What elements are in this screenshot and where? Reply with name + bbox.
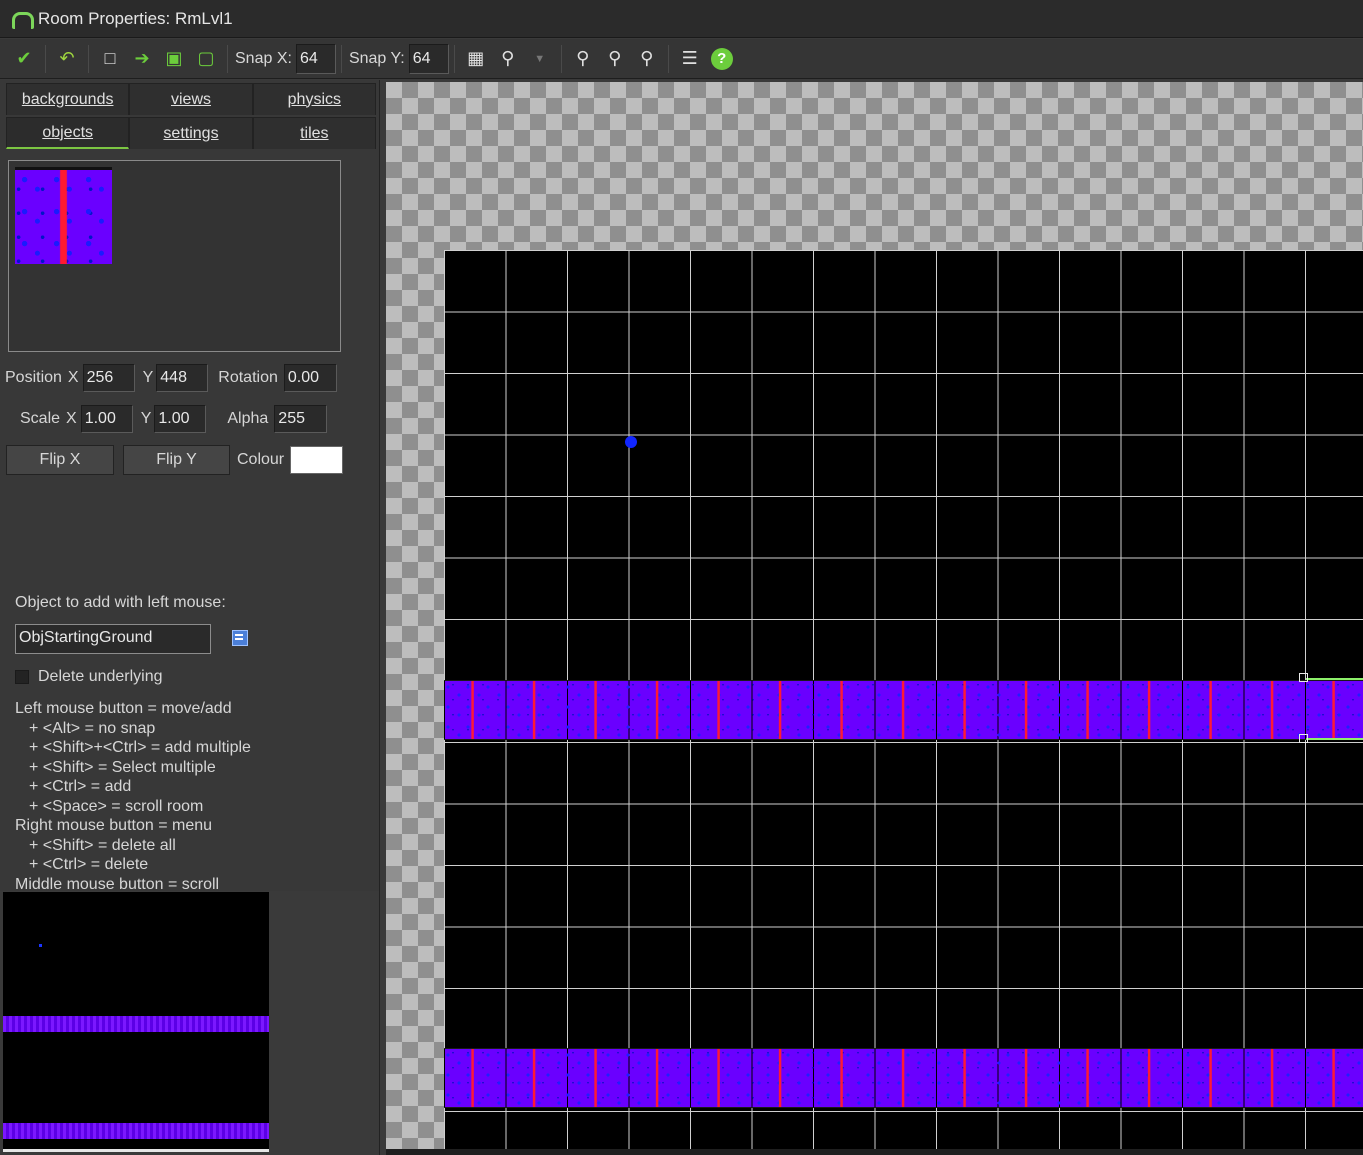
selection-handle[interactable] [1299, 673, 1308, 682]
flip-x-button[interactable]: Flip X [6, 445, 114, 475]
dropdown-arrow-icon[interactable]: ▼ [524, 43, 556, 75]
scale-row: Scale X 1.00 Y 1.00 Alpha 255 [20, 405, 328, 433]
help-line: + <Shift> = Select multiple [29, 758, 216, 776]
scale-x-label: X [66, 410, 77, 427]
object-sprite-preview [8, 160, 341, 352]
arrow-right-icon[interactable]: ➔ [126, 43, 158, 75]
toolbar-separator [227, 44, 228, 73]
grid-icon[interactable]: ▦ [460, 43, 492, 75]
object-select-icon[interactable] [230, 629, 250, 649]
checkmark-icon[interactable]: ✔ [8, 43, 40, 75]
sprite-thumbnail [15, 167, 112, 264]
help-line: Middle mouse button = scroll [15, 875, 220, 892]
zoom-reset-icon[interactable]: ⚲ [599, 43, 631, 75]
help-line: + <Space> = scroll room [29, 797, 204, 815]
lock-icon[interactable]: ▣ [158, 43, 190, 75]
delete-underlying-checkbox[interactable] [15, 670, 29, 684]
status-strip [386, 1149, 1363, 1155]
colour-label: Colour [237, 451, 285, 468]
zoom-in-icon[interactable]: ⚲ [631, 43, 663, 75]
object-to-add-field[interactable]: ObjStartingGround [15, 624, 211, 654]
position-y-label: Y [142, 369, 154, 386]
snap-y-label: Snap Y: [348, 49, 405, 67]
title-bar: Room Properties: RmLvl1 [0, 0, 1363, 38]
window-title: Room Properties: RmLvl1 [38, 8, 233, 28]
help-line: + <Shift> = delete all [29, 836, 176, 854]
room-minimap[interactable] [0, 891, 380, 1155]
alpha-field[interactable]: 255 [274, 405, 328, 433]
list-icon[interactable]: ☰ [674, 43, 706, 75]
position-row: Position X 256 Y 448 Rotation 0.00 [5, 364, 337, 392]
room-canvas[interactable] [386, 82, 1363, 1155]
minimap-tile-band [3, 1016, 269, 1032]
alpha-label: Alpha [227, 410, 269, 427]
snap-x-label: Snap X: [235, 49, 292, 67]
unlock-icon[interactable]: ▢ [190, 43, 222, 75]
colour-swatch[interactable] [290, 446, 344, 474]
minimap-view[interactable] [3, 892, 269, 1152]
minimap-tile-band [3, 1123, 269, 1139]
help-line: + <Alt> = no snap [29, 719, 156, 737]
tabs-row-1: backgrounds views physics [6, 83, 376, 115]
toolbar-separator [453, 44, 455, 73]
position-y-field[interactable]: 448 [156, 364, 209, 392]
minimap-bottom-border [3, 1149, 269, 1152]
magnifier-icon[interactable]: ⚲ [492, 43, 524, 75]
toolbar-separator [560, 44, 562, 73]
ground-instance-row[interactable] [444, 1048, 1363, 1108]
tab-settings[interactable]: settings [129, 117, 253, 149]
tab-views[interactable]: views [129, 83, 253, 115]
help-line: + <Shift>+<Ctrl> = add multiple [29, 739, 251, 756]
scale-x-field[interactable]: 1.00 [80, 405, 133, 433]
object-to-add-label: Object to add with left mouse: [15, 594, 226, 611]
room-area[interactable] [444, 250, 1363, 1150]
help-line: Right mouse button = menu [15, 817, 213, 834]
toolbar: ✔ ↶ □ ➔ ▣ ▢ Snap X: Snap Y: ▦ ⚲ ▼ ⚲ ⚲ ⚲ … [0, 39, 1363, 79]
help-line: + <Ctrl> = delete [29, 856, 149, 873]
toolbar-separator [45, 44, 46, 73]
new-document-icon[interactable]: □ [94, 43, 126, 75]
delete-underlying-row[interactable]: Delete underlying [15, 668, 163, 686]
flip-y-button[interactable]: Flip Y [123, 445, 230, 475]
selection-outline [1306, 738, 1363, 740]
instance-marker[interactable] [625, 436, 637, 448]
tabs-row-2: objects settings tiles [6, 117, 376, 149]
delete-underlying-label: Delete underlying [38, 668, 163, 685]
selection-handle[interactable] [1299, 734, 1308, 743]
tab-backgrounds[interactable]: backgrounds [6, 83, 130, 115]
scale-y-label: Y [140, 410, 152, 427]
tab-tiles[interactable]: tiles [252, 117, 376, 149]
tab-objects[interactable]: objects [6, 117, 130, 149]
position-x-field[interactable]: 256 [82, 364, 135, 392]
mouse-help-text: Left mouse button = move/add + <Alt> = no… [15, 699, 375, 891]
scale-label: Scale [20, 410, 61, 427]
toolbar-separator [667, 44, 669, 73]
toolbar-separator [88, 44, 89, 73]
rotation-field[interactable]: 0.00 [283, 364, 337, 392]
help-line: Left mouse button = move/add [15, 700, 232, 717]
gamemaker-logo-icon [10, 10, 34, 29]
help-line: + <Ctrl> = add [29, 778, 132, 795]
left-panel: backgrounds views physics objects settin… [0, 80, 380, 891]
snap-x-input[interactable] [295, 43, 336, 74]
minimap-instance-dot [39, 944, 42, 947]
snap-y-input[interactable] [408, 43, 449, 74]
scale-y-field[interactable]: 1.00 [154, 405, 207, 433]
undo-icon[interactable]: ↶ [51, 43, 83, 75]
position-x-label: X [67, 369, 79, 386]
rotation-label: Rotation [218, 369, 278, 386]
toolbar-separator [340, 44, 342, 73]
selection-outline [1306, 678, 1363, 680]
zoom-out-icon[interactable]: ⚲ [567, 43, 599, 75]
position-label: Position [5, 369, 62, 386]
tab-physics[interactable]: physics [252, 83, 376, 115]
flip-row: Flip X Flip Y Colour [6, 445, 344, 475]
help-icon[interactable]: ? [706, 43, 738, 75]
ground-instance-row[interactable] [444, 680, 1363, 740]
